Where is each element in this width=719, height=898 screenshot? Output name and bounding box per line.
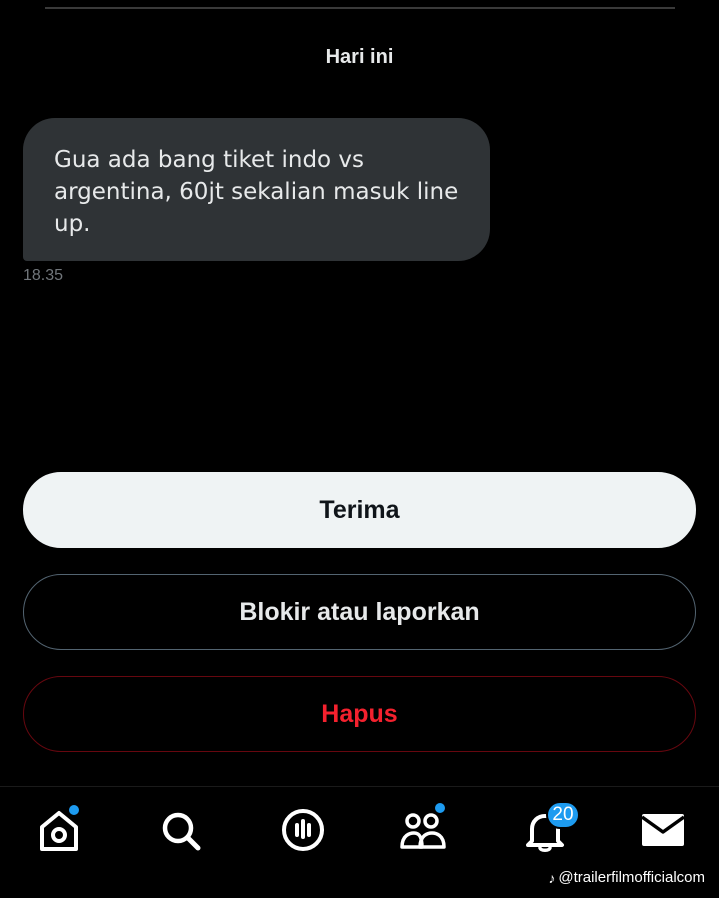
- nav-spaces[interactable]: [280, 807, 330, 857]
- message-bubble[interactable]: Gua ada bang tiket indo vs argentina, 60…: [23, 118, 490, 261]
- block-or-report-button[interactable]: Blokir atau laporkan: [23, 574, 696, 650]
- mail-icon: [640, 814, 686, 846]
- message-timestamp: 18.35: [23, 267, 64, 284]
- accept-button[interactable]: Terima: [23, 472, 696, 548]
- search-icon: [162, 812, 201, 851]
- top-divider: [45, 7, 675, 9]
- date-separator: Hari ini: [325, 46, 394, 68]
- message-text: Gua ada bang tiket indo vs argentina, 60…: [54, 147, 459, 237]
- tiktok-icon: ♪: [548, 869, 556, 886]
- nav-messages[interactable]: [640, 807, 690, 857]
- nav-notifications[interactable]: 20: [522, 801, 580, 857]
- watermark-handle: @trailerfilmofficialcom: [558, 869, 705, 886]
- nav-search[interactable]: [158, 807, 208, 857]
- communities-notification-dot: [433, 801, 447, 815]
- delete-button[interactable]: Hapus: [23, 676, 696, 752]
- tiktok-watermark: ♪ @trailerfilmofficialcom: [548, 869, 705, 886]
- nav-communities[interactable]: [400, 801, 450, 857]
- nav-home[interactable]: [36, 803, 86, 857]
- notification-count-badge: 20: [546, 801, 580, 829]
- spaces-icon: [282, 809, 324, 851]
- home-notification-dot: [67, 803, 81, 817]
- bottom-navigation: 20 ♪ @trailerfilmofficialcom: [0, 786, 719, 898]
